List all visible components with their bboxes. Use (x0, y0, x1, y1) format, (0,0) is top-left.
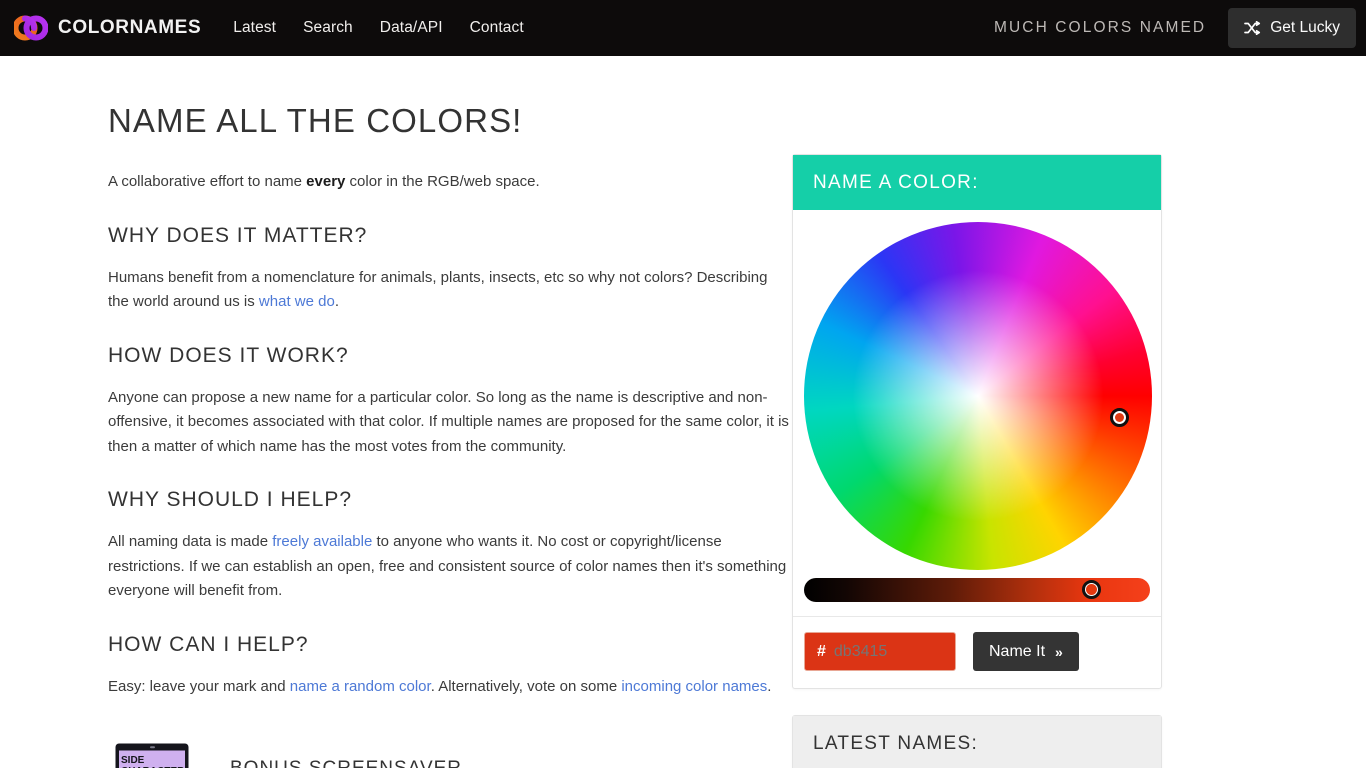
section-heading-how-works: HOW DOES IT WORK? (108, 343, 349, 367)
page-title: NAME ALL THE COLORS! (108, 102, 523, 139)
nav-item-contact[interactable]: Contact (470, 19, 524, 37)
double-chevron-right-icon: » (1055, 643, 1063, 660)
brightness-slider-handle[interactable] (1082, 580, 1101, 599)
freely-available-link[interactable]: freely available (272, 533, 372, 550)
how-help-text-after: . (767, 677, 772, 695)
navbar-right-group: MUCH COLORS NAMED Get Lucky (994, 0, 1366, 56)
colors-named-counter: MUCH COLORS NAMED (993, 19, 1207, 36)
intro-text-before: A collaborative effort to name (108, 173, 307, 190)
what-we-do-link[interactable]: what we do (259, 293, 335, 310)
latest-names-card: LATEST NAMES: Light Sage Grey Evening Ra… (792, 715, 1162, 768)
incoming-color-names-link[interactable]: incoming color names (621, 678, 767, 695)
top-navbar: COLORNAMES Latest Search Data/API Contac… (0, 0, 1366, 56)
section-paragraph-why-help: All naming data is made freely available… (108, 530, 790, 604)
color-wheel-handle[interactable] (1110, 408, 1129, 427)
nav-item-data-api[interactable]: Data/API (380, 19, 443, 37)
hex-input[interactable] (833, 642, 955, 661)
name-a-color-title: NAME A COLOR: (813, 172, 979, 193)
intro-text-after: color in the RGB/web space. (345, 173, 540, 190)
interlocking-rings-logo-icon (12, 13, 49, 43)
shuffle-icon (1244, 20, 1261, 36)
section-heading-how-can-help: HOW CAN I HELP? (108, 632, 309, 656)
nav-link-data-api[interactable]: Data/API (380, 19, 443, 36)
name-a-color-card: NAME A COLOR: # Name (792, 154, 1162, 689)
hex-input-row: # Name It » (793, 617, 1161, 688)
why-matter-text-before: Humans benefit from a nomenclature for a… (108, 268, 768, 311)
how-help-text-mid: . Alternatively, vote on some (430, 677, 622, 695)
name-it-button[interactable]: Name It » (973, 632, 1079, 671)
why-matter-text-after: . (334, 293, 339, 310)
intro-paragraph: A collaborative effort to name every col… (108, 170, 790, 195)
latest-names-title: LATEST NAMES: (813, 733, 979, 754)
section-heading-why-help: WHY SHOULD I HELP? (108, 488, 353, 511)
laptop-thumbnail-icon[interactable]: SIDE CHARACTER (108, 743, 196, 768)
why-help-text-before: All naming data is made (108, 533, 273, 550)
bonus-screensaver-row: SIDE CHARACTER BONUS SCREENSAVER (108, 743, 790, 768)
brightness-slider-row (793, 570, 1161, 616)
hash-icon: # (817, 642, 826, 660)
nav-item-search[interactable]: Search (303, 19, 353, 37)
intro-bold-word: every (306, 173, 346, 190)
sidebar: NAME A COLOR: # Name (792, 56, 1162, 768)
color-picker-body (793, 210, 1161, 570)
main-content: NAME ALL THE COLORS! A collaborative eff… (0, 56, 790, 768)
section-paragraph-how-works: Anyone can propose a new name for a part… (108, 388, 789, 455)
name-it-label: Name It (989, 642, 1046, 660)
section-paragraph-how-can-help: Easy: leave your mark and name a random … (108, 675, 790, 700)
nav-link-search[interactable]: Search (303, 19, 353, 36)
nav-links: Latest Search Data/API Contact (233, 19, 524, 37)
section-paragraph-why-matter: Humans benefit from a nomenclature for a… (108, 266, 790, 315)
brightness-slider[interactable] (804, 578, 1150, 602)
svg-text:SIDE: SIDE (121, 755, 145, 766)
hex-field[interactable]: # (804, 632, 956, 671)
brand-logo-link[interactable]: COLORNAMES (12, 13, 202, 43)
page-body: NAME ALL THE COLORS! A collaborative eff… (0, 56, 1366, 768)
name-random-color-link[interactable]: name a random color (290, 678, 431, 695)
how-help-text-before: Easy: leave your mark and (108, 677, 290, 695)
color-wheel-wrap (804, 222, 1152, 570)
nav-item-latest[interactable]: Latest (233, 19, 276, 37)
nav-link-contact[interactable]: Contact (470, 19, 524, 36)
get-lucky-button[interactable]: Get Lucky (1228, 8, 1356, 48)
section-heading-why-matter: WHY DOES IT MATTER? (108, 223, 368, 247)
name-a-color-header: NAME A COLOR: (793, 155, 1161, 210)
bonus-screensaver-title: BONUS SCREENSAVER (230, 758, 462, 768)
get-lucky-label: Get Lucky (1270, 19, 1340, 36)
brand-name: COLORNAMES (58, 17, 202, 38)
nav-link-latest[interactable]: Latest (233, 19, 276, 36)
color-wheel-icon[interactable] (804, 222, 1152, 570)
latest-names-header: LATEST NAMES: (793, 716, 1161, 768)
